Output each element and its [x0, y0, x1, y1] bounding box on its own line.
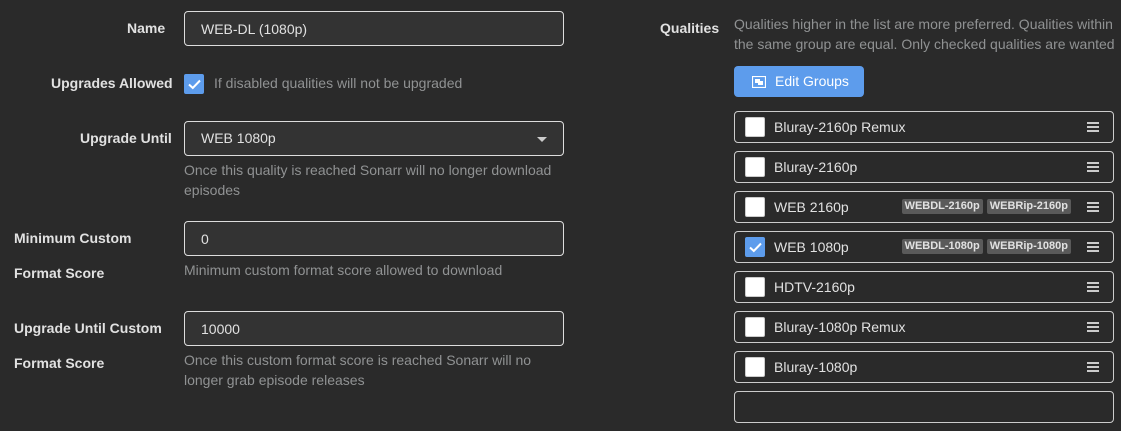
quality-item[interactable]: Bluray-1080p: [734, 351, 1114, 383]
upgrade-until-custom-score-help-line2: longer grab episode releases: [184, 372, 365, 388]
upgrade-until-custom-score-help-line1: Once this custom format score is reached…: [184, 352, 532, 368]
quality-checkbox[interactable]: [745, 357, 765, 377]
min-custom-score-input[interactable]: [184, 221, 564, 256]
min-custom-score-label-line2: Format Score: [14, 265, 105, 281]
check-icon: [749, 242, 762, 253]
upgrade-until-help: Once this quality is reached Sonarr will…: [184, 160, 551, 200]
qualities-help-line1: Qualities higher in the list are more pr…: [734, 16, 1113, 32]
quality-checkbox[interactable]: [745, 117, 765, 137]
quality-name: Bluray-1080p: [774, 359, 858, 375]
upgrade-until-value: WEB 1080p: [201, 130, 276, 146]
quality-tag: WEBDL-1080p: [901, 239, 983, 254]
quality-tag: WEBRip-2160p: [986, 199, 1071, 214]
quality-checkbox[interactable]: [745, 197, 765, 217]
quality-tag: WEBRip-1080p: [986, 239, 1071, 254]
min-custom-score-label-line1: Minimum Custom: [14, 230, 132, 246]
quality-checkbox[interactable]: [745, 157, 765, 177]
upgrade-until-help-line2: episodes: [184, 182, 241, 198]
drag-handle-icon[interactable]: [1087, 282, 1099, 292]
quality-name: Bluray-1080p Remux: [774, 319, 906, 335]
quality-name: WEB 1080p: [774, 239, 849, 255]
object-group-icon: [752, 76, 766, 88]
quality-item[interactable]: HDTV-2160p: [734, 271, 1114, 303]
drag-handle-icon[interactable]: [1087, 322, 1099, 332]
name-input[interactable]: [184, 11, 564, 46]
name-label: Name: [127, 20, 166, 36]
qualities-help-line2: the same group are equal. Only checked q…: [734, 36, 1115, 52]
quality-tags: WEBDL-2160p WEBRip-2160p: [901, 199, 1071, 214]
quality-name: HDTV-2160p: [774, 279, 855, 295]
upgrade-until-custom-score-help: Once this custom format score is reached…: [184, 350, 531, 390]
quality-tag: WEBDL-2160p: [901, 199, 983, 214]
upgrade-until-custom-score-label-line2: Format Score: [14, 355, 105, 371]
edit-groups-label: Edit Groups: [775, 73, 849, 89]
quality-checkbox[interactable]: [745, 277, 765, 297]
quality-name: WEB 2160p: [774, 199, 849, 215]
quality-item[interactable]: Bluray-1080p Remux: [734, 311, 1114, 343]
qualities-list: Bluray-2160p Remux Bluray-2160p WEB 2160p W…: [734, 111, 1114, 431]
quality-checkbox[interactable]: [745, 317, 765, 337]
upgrade-until-label: Upgrade Until: [80, 130, 172, 146]
quality-item[interactable]: WEB 2160p WEBDL-2160p WEBRip-2160p: [734, 191, 1114, 223]
edit-groups-button[interactable]: Edit Groups: [734, 66, 864, 97]
quality-tags: WEBDL-1080p WEBRip-1080p: [901, 239, 1071, 254]
upgrades-allowed-help: If disabled qualities will not be upgrad…: [214, 75, 463, 91]
quality-checkbox[interactable]: [745, 237, 765, 257]
min-custom-score-help: Minimum custom format score allowed to d…: [184, 262, 503, 278]
check-icon: [188, 79, 201, 90]
drag-handle-icon[interactable]: [1087, 122, 1099, 132]
quality-item[interactable]: Bluray-2160p: [734, 151, 1114, 183]
drag-handle-icon[interactable]: [1087, 362, 1099, 372]
caret-down-icon: [537, 137, 547, 142]
upgrades-allowed-checkbox[interactable]: [184, 74, 204, 94]
upgrade-until-select[interactable]: WEB 1080p: [184, 121, 564, 156]
upgrade-until-help-line1: Once this quality is reached Sonarr will…: [184, 162, 552, 178]
qualities-help: Qualities higher in the list are more pr…: [734, 14, 1115, 54]
quality-name: Bluray-2160p Remux: [774, 119, 906, 135]
drag-handle-icon[interactable]: [1087, 202, 1099, 212]
upgrade-until-custom-score-label-line1: Upgrade Until Custom: [14, 320, 162, 336]
quality-item[interactable]: Bluray-2160p Remux: [734, 111, 1114, 143]
upgrades-allowed-label: Upgrades Allowed: [51, 75, 173, 91]
qualities-label: Qualities: [660, 20, 720, 36]
upgrade-until-custom-score-input[interactable]: [184, 311, 564, 346]
quality-item[interactable]: [734, 391, 1114, 423]
quality-name: Bluray-2160p: [774, 159, 858, 175]
drag-handle-icon[interactable]: [1087, 242, 1099, 252]
quality-item[interactable]: WEB 1080p WEBDL-1080p WEBRip-1080p: [734, 231, 1114, 263]
drag-handle-icon[interactable]: [1087, 162, 1099, 172]
